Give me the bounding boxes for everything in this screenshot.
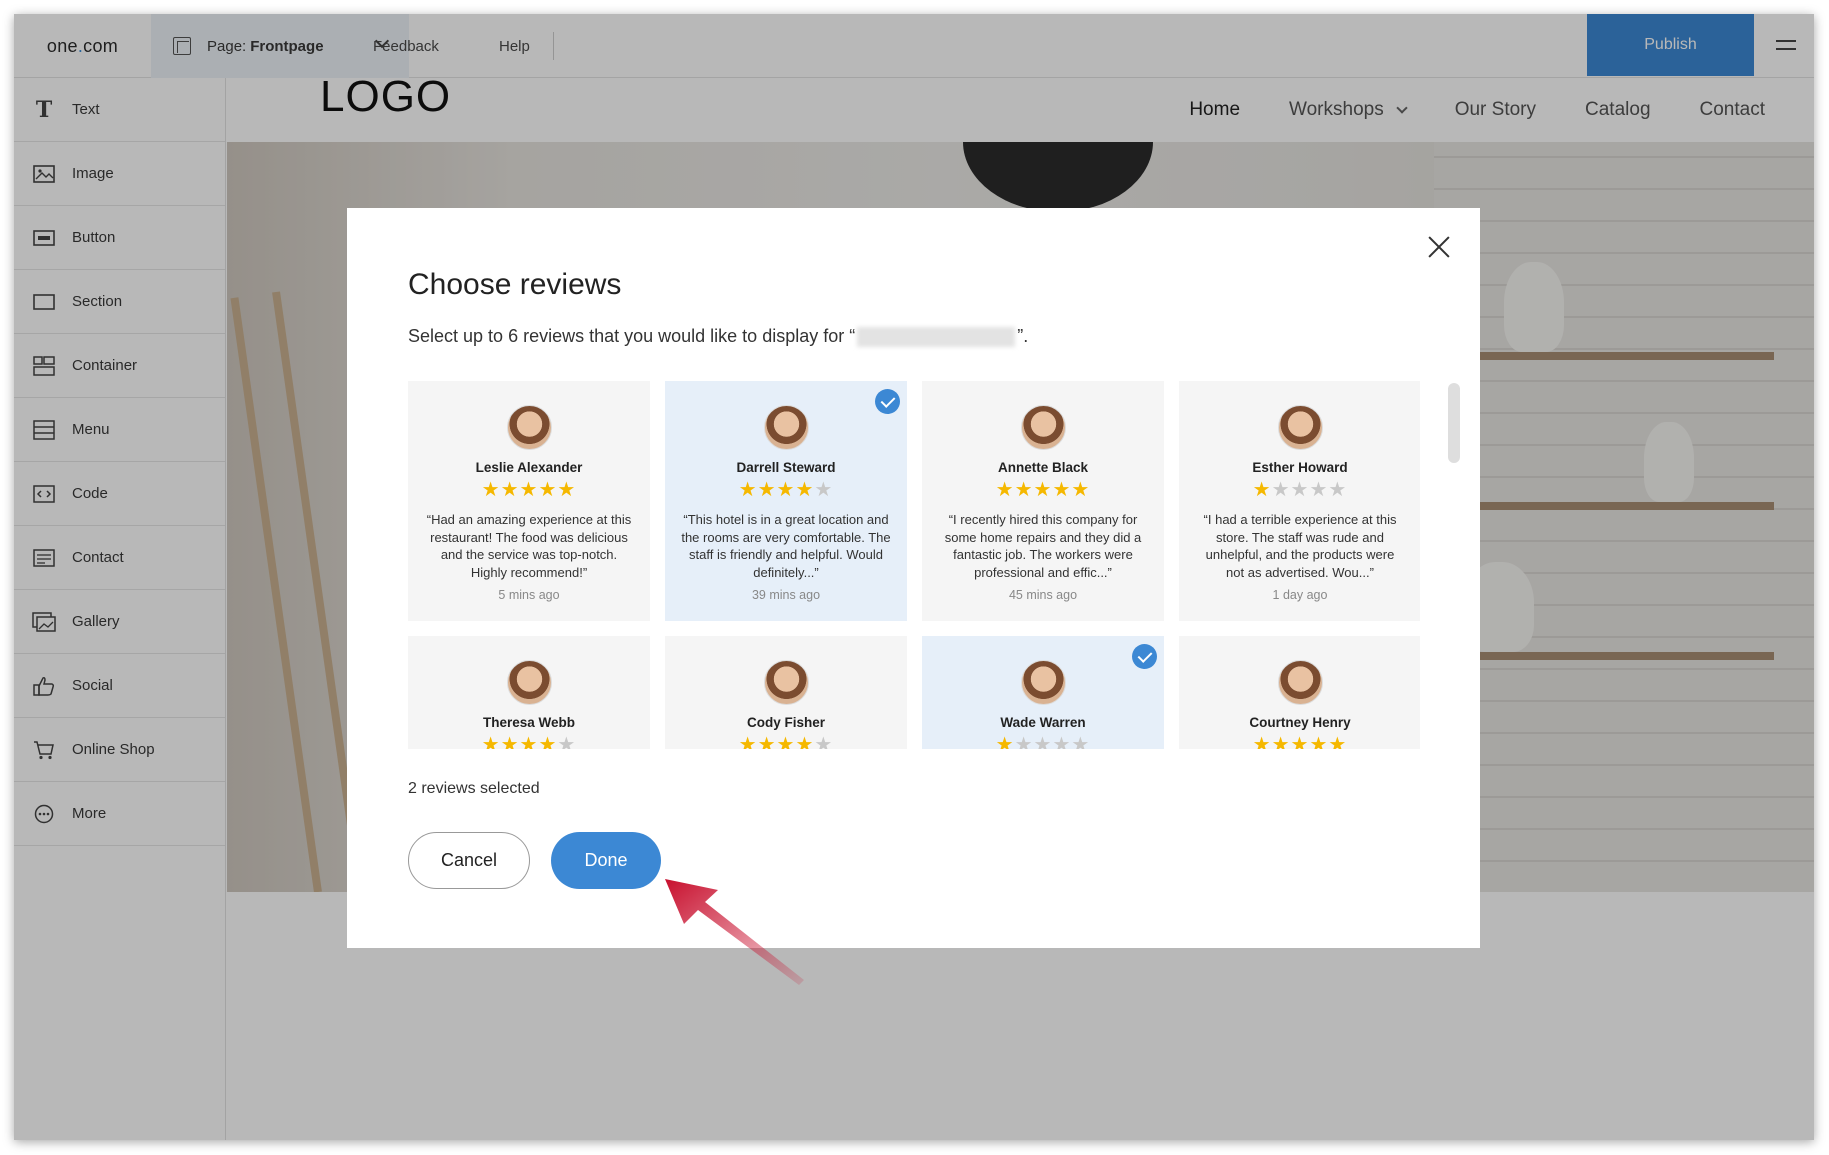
star-empty-icon: ★	[1033, 734, 1053, 749]
star-filled-icon: ★	[1252, 734, 1272, 749]
star-filled-icon: ★	[481, 734, 501, 749]
star-filled-icon: ★	[1328, 734, 1348, 749]
review-text: “I had a terrible experience at this sto…	[1203, 512, 1397, 580]
star-rating: ★★★★★	[408, 734, 650, 749]
reviewer-name: Esther Howard	[1252, 460, 1348, 475]
star-filled-icon: ★	[738, 734, 758, 749]
avatar	[1277, 660, 1323, 705]
review-card[interactable]: Leslie Alexander ★★★★★ “Had an amazing e…	[408, 381, 650, 621]
review-card[interactable]: Wade Warren ★★★★★	[922, 636, 1164, 749]
review-card[interactable]: Courtney Henry ★★★★★	[1179, 636, 1420, 749]
editor-window: one. com Page: Frontpage Feedback Help Pu…	[14, 14, 1814, 1140]
star-filled-icon: ★	[1271, 734, 1291, 749]
reviewer-name: Leslie Alexander	[475, 460, 583, 475]
avatar	[506, 660, 552, 705]
star-empty-icon: ★	[1014, 734, 1034, 749]
close-icon[interactable]	[1428, 236, 1450, 258]
avatar	[1277, 405, 1323, 450]
redacted-business-name	[857, 326, 1016, 347]
star-empty-icon: ★	[814, 479, 834, 501]
reviewer-name: Darrell Steward	[736, 460, 836, 475]
star-filled-icon: ★	[1290, 734, 1310, 749]
star-filled-icon: ★	[995, 734, 1015, 749]
star-filled-icon: ★	[557, 479, 577, 501]
star-rating: ★★★★★	[665, 479, 907, 501]
review-card[interactable]: Darrell Steward ★★★★★ “This hotel is in …	[665, 381, 907, 621]
reviewer-name: Courtney Henry	[1249, 715, 1351, 730]
star-filled-icon: ★	[757, 479, 777, 501]
review-text: “I recently hired this company for some …	[944, 512, 1142, 580]
star-filled-icon: ★	[776, 734, 796, 749]
choose-reviews-dialog: Choose reviews Select up to 6 reviews th…	[347, 208, 1480, 948]
star-rating: ★★★★★	[922, 734, 1164, 749]
subtitle-end: ”.	[1017, 326, 1029, 346]
subtitle-text: Select up to 6 reviews that you would li…	[408, 326, 856, 346]
star-filled-icon: ★	[1252, 479, 1272, 501]
star-rating: ★★★★★	[1179, 734, 1420, 749]
review-time: 45 mins ago	[1008, 588, 1078, 602]
star-filled-icon: ★	[1033, 479, 1053, 501]
star-rating: ★★★★★	[1179, 479, 1420, 501]
star-filled-icon: ★	[1052, 479, 1072, 501]
avatar	[506, 405, 552, 450]
reviewer-name: Annette Black	[997, 460, 1089, 475]
star-filled-icon: ★	[1071, 479, 1091, 501]
avatar	[763, 660, 809, 705]
review-time: 1 day ago	[1272, 588, 1328, 602]
review-card[interactable]: Theresa Webb ★★★★★	[408, 636, 650, 749]
star-empty-icon: ★	[1052, 734, 1072, 749]
star-filled-icon: ★	[519, 734, 539, 749]
dialog-title: Choose reviews	[408, 268, 622, 301]
star-filled-icon: ★	[519, 479, 539, 501]
star-filled-icon: ★	[500, 479, 520, 501]
checkmark-icon[interactable]	[1132, 644, 1157, 669]
review-text: “Had an amazing experience at this resta…	[426, 512, 632, 580]
star-filled-icon: ★	[795, 734, 815, 749]
reviewer-name: Cody Fisher	[746, 715, 825, 730]
review-card[interactable]: Annette Black ★★★★★ “I recently hired th…	[922, 381, 1164, 621]
checkmark-icon[interactable]	[875, 389, 900, 414]
scrollbar[interactable]	[1448, 383, 1460, 463]
star-empty-icon: ★	[814, 734, 834, 749]
cancel-button[interactable]: Cancel	[408, 832, 530, 889]
star-rating: ★★★★★	[922, 479, 1164, 501]
star-filled-icon: ★	[500, 734, 520, 749]
star-empty-icon: ★	[557, 734, 577, 749]
done-button[interactable]: Done	[551, 832, 661, 889]
reviews-grid-viewport[interactable]: Leslie Alexander ★★★★★ “Had an amazing e…	[408, 381, 1420, 749]
review-time: 39 mins ago	[751, 588, 821, 602]
review-time: 5 mins ago	[498, 588, 560, 602]
selected-count: 2 reviews selected	[408, 780, 540, 797]
avatar	[763, 405, 809, 450]
star-rating: ★★★★★	[665, 734, 907, 749]
star-empty-icon: ★	[1309, 479, 1329, 501]
review-card[interactable]: Esther Howard ★★★★★ “I had a terrible ex…	[1179, 381, 1420, 621]
avatar	[1020, 405, 1066, 450]
reviewer-name: Wade Warren	[1000, 715, 1086, 730]
reviews-grid: Leslie Alexander ★★★★★ “Had an amazing e…	[408, 381, 1420, 749]
star-filled-icon: ★	[538, 734, 558, 749]
star-filled-icon: ★	[738, 479, 758, 501]
review-card[interactable]: Cody Fisher ★★★★★	[665, 636, 907, 749]
star-empty-icon: ★	[1071, 734, 1091, 749]
review-text: “This hotel is in a great location and t…	[681, 512, 891, 580]
star-filled-icon: ★	[757, 734, 777, 749]
star-filled-icon: ★	[1309, 734, 1329, 749]
star-filled-icon: ★	[1014, 479, 1034, 501]
star-filled-icon: ★	[538, 479, 558, 501]
star-empty-icon: ★	[1328, 479, 1348, 501]
star-empty-icon: ★	[1290, 479, 1310, 501]
star-filled-icon: ★	[481, 479, 501, 501]
star-rating: ★★★★★	[408, 479, 650, 501]
star-filled-icon: ★	[995, 479, 1015, 501]
star-empty-icon: ★	[1271, 479, 1291, 501]
star-filled-icon: ★	[795, 479, 815, 501]
dialog-subtitle: Select up to 6 reviews that you would li…	[408, 326, 1028, 347]
star-filled-icon: ★	[776, 479, 796, 501]
reviewer-name: Theresa Webb	[482, 715, 576, 730]
avatar	[1020, 660, 1066, 705]
